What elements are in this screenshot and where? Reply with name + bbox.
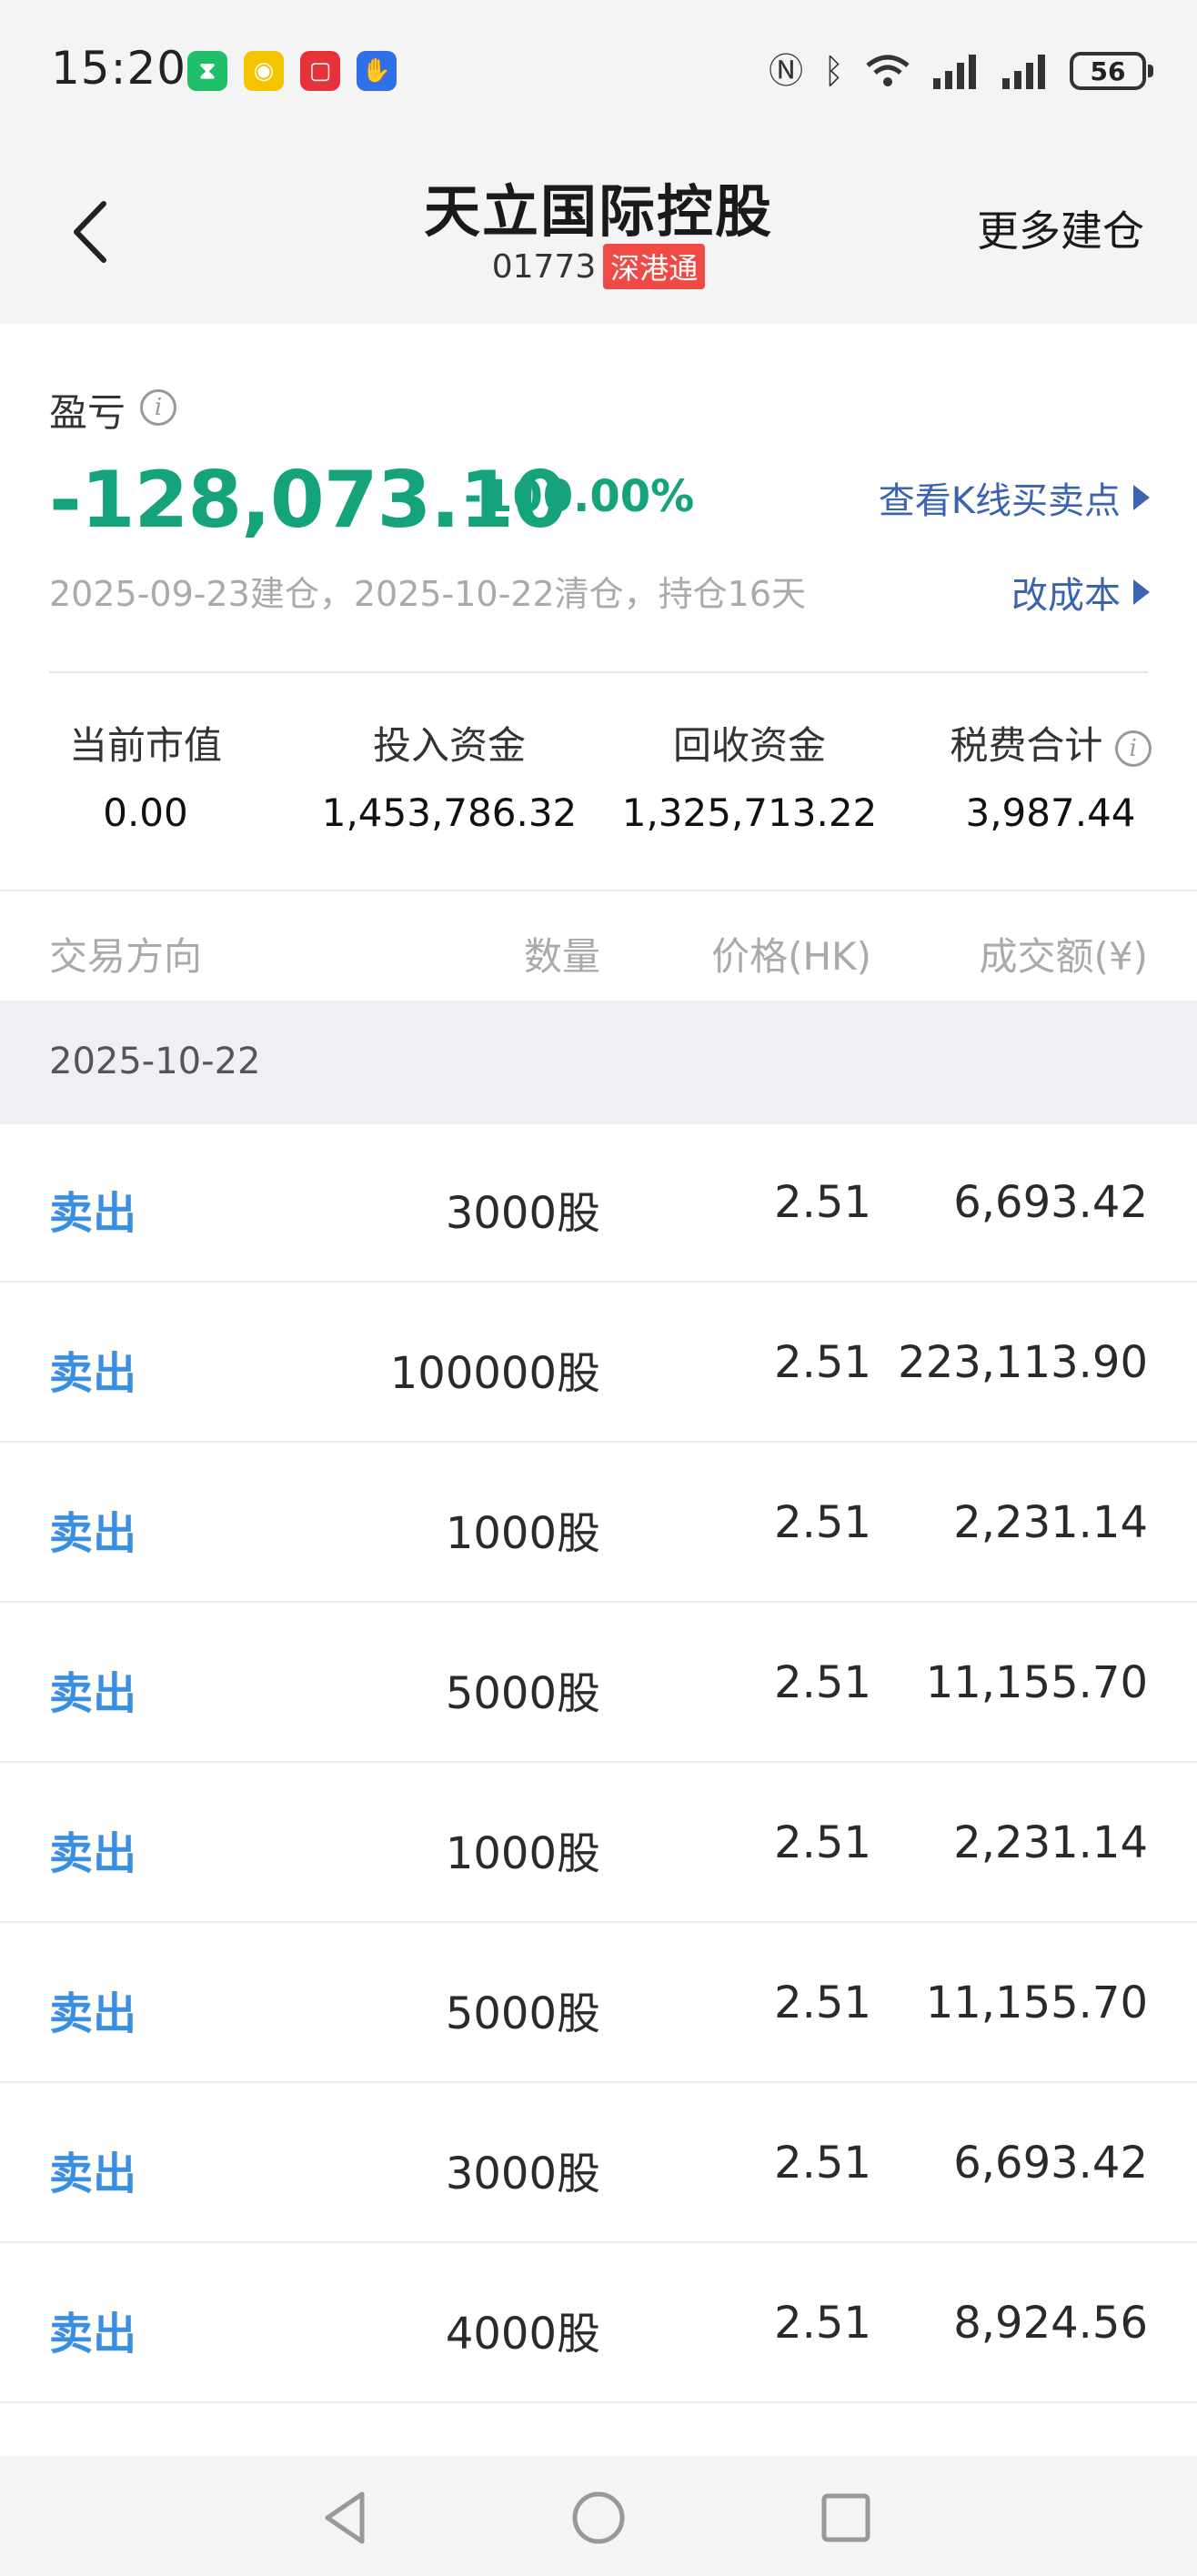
kline-link[interactable]: 查看K线买卖点 [879,471,1150,524]
trade-amount: 11,155.70 [925,1657,1148,1708]
pnl-percent: -100.00% [464,471,695,522]
nfc-icon: Ⓝ [769,51,804,91]
trade-price: 2.51 [774,1657,871,1708]
trade-amount: 2,231.14 [953,1497,1148,1548]
trade-price: 2.51 [774,1977,871,2028]
stat-market-value: 当前市值 0.00 [36,715,255,835]
header-price: 价格(HK) [711,934,871,979]
trade-price: 2.51 [774,2298,871,2349]
holding-dates: 2025-09-23建仓，2025-10-22清仓，持仓16天 [49,574,807,614]
stat-label-text: 税费合计 [950,723,1103,768]
trade-price: 2.51 [774,1497,871,1548]
trade-amount: 6,693.42 [953,1177,1148,1228]
trade-quantity: 3000股 [445,1188,600,1239]
wifi-icon [866,55,910,86]
bluetooth-icon: ᛒ [823,51,844,91]
trade-quantity: 1000股 [445,1828,600,1879]
triangle-right-icon [1133,579,1150,605]
trade-direction: 卖出 [49,1828,137,1879]
trade-direction: 卖出 [49,1508,137,1559]
stat-invested: 投入资金 1,453,786.32 [304,715,595,835]
table-row[interactable]: 卖出 100000股 2.51 223,113.90 [0,1284,1197,1443]
trade-price: 2.51 [774,1337,871,1388]
nav-back-icon[interactable] [311,2481,384,2554]
stat-label: 税费合计 i [928,715,1173,770]
table-row[interactable]: 卖出 3000股 2.51 6,693.42 [0,1124,1197,1283]
table-row[interactable]: 卖出 5000股 2.51 11,155.70 [0,1605,1197,1763]
stat-label: 回收资金 [672,723,826,768]
red-app-icon: ▢ [300,51,340,91]
triangle-right-icon [1133,485,1150,510]
table-header: 交易方向 数量 价格(HK) 成交额(¥) [0,891,1197,999]
header: 天立国际控股 01773 深港通 更多建仓 [0,146,1197,324]
group-date: 2025-10-22 [49,1041,261,1082]
kline-link-label: 查看K线买卖点 [878,480,1121,522]
trade-direction: 卖出 [49,1348,137,1399]
blue-app-icon: ✋ [357,51,397,91]
trade-quantity: 3000股 [445,2148,600,2199]
trade-quantity: 1000股 [445,1508,600,1559]
header-quantity: 数量 [523,934,600,979]
header-amount: 成交额(¥) [979,934,1149,979]
stock-code: 01773 [491,247,597,286]
battery-level: 56 [1090,55,1126,86]
nav-recents-icon[interactable] [810,2481,882,2554]
stat-value: 1,453,786.32 [321,790,578,835]
trade-amount: 8,924.56 [953,2298,1148,2349]
table-row[interactable]: 卖出 1000股 2.51 2,231.14 [0,1444,1197,1603]
table-row[interactable]: 卖出 3000股 2.51 6,693.42 [0,2085,1197,2243]
trade-amount: 223,113.90 [898,1337,1148,1388]
system-nav-bar [0,2456,1197,2576]
trade-price: 2.51 [774,1817,871,1868]
timer-app-icon: ⧗ [187,51,227,91]
stat-recovered: 回收资金 1,325,713.22 [604,715,895,835]
edit-cost-link[interactable]: 改成本 [1011,566,1150,619]
table-row[interactable]: 卖出 4000股 2.51 8,924.56 [0,2245,1197,2403]
stat-label: 投入资金 [372,723,526,768]
stat-fees: 税费合计 i 3,987.44 [928,715,1173,835]
header-direction: 交易方向 [49,934,203,979]
trade-amount: 11,155.70 [925,1977,1148,2028]
pnl-label: 盈亏 [49,390,126,435]
info-icon[interactable]: i [140,389,176,426]
date-group-header: 2025-10-22 [0,1001,1197,1124]
signal-icon [933,55,976,89]
trade-price: 2.51 [774,1177,871,1228]
info-icon[interactable]: i [1114,730,1152,767]
status-bar: 15:20 ⧗ ◉ ▢ ✋ Ⓝ ᛒ 56 [0,0,1197,146]
trade-price: 2.51 [774,2138,871,2189]
stat-value: 1,325,713.22 [621,790,878,835]
battery-icon: 56 [1070,52,1153,90]
trade-amount: 6,693.42 [953,2138,1148,2189]
stat-label: 当前市值 [68,723,222,768]
stat-value: 0.00 [103,790,188,835]
trade-quantity: 5000股 [445,1668,600,1719]
more-positions-button[interactable]: 更多建仓 [977,198,1144,258]
stat-value: 3,987.44 [965,790,1136,835]
weibo-icon: ◉ [244,51,284,91]
trade-amount: 2,231.14 [953,1817,1148,1868]
divider [49,671,1148,673]
status-time: 15:20 [51,42,187,95]
trade-quantity: 100000股 [389,1348,600,1399]
trade-quantity: 4000股 [445,2309,600,2360]
trade-direction: 卖出 [49,1668,137,1719]
nav-home-icon[interactable] [562,2481,635,2554]
signal-icon [1002,55,1045,89]
market-tag: 深港通 [603,244,706,289]
trade-direction: 卖出 [49,1988,137,2039]
trade-direction: 卖出 [49,1188,137,1239]
trade-direction: 卖出 [49,2309,137,2360]
table-row[interactable]: 卖出 1000股 2.51 2,231.14 [0,1765,1197,1923]
trade-quantity: 5000股 [445,1988,600,2039]
trade-direction: 卖出 [49,2148,137,2199]
table-row[interactable]: 卖出 5000股 2.51 11,155.70 [0,1925,1197,2083]
edit-cost-label: 改成本 [1011,575,1121,617]
